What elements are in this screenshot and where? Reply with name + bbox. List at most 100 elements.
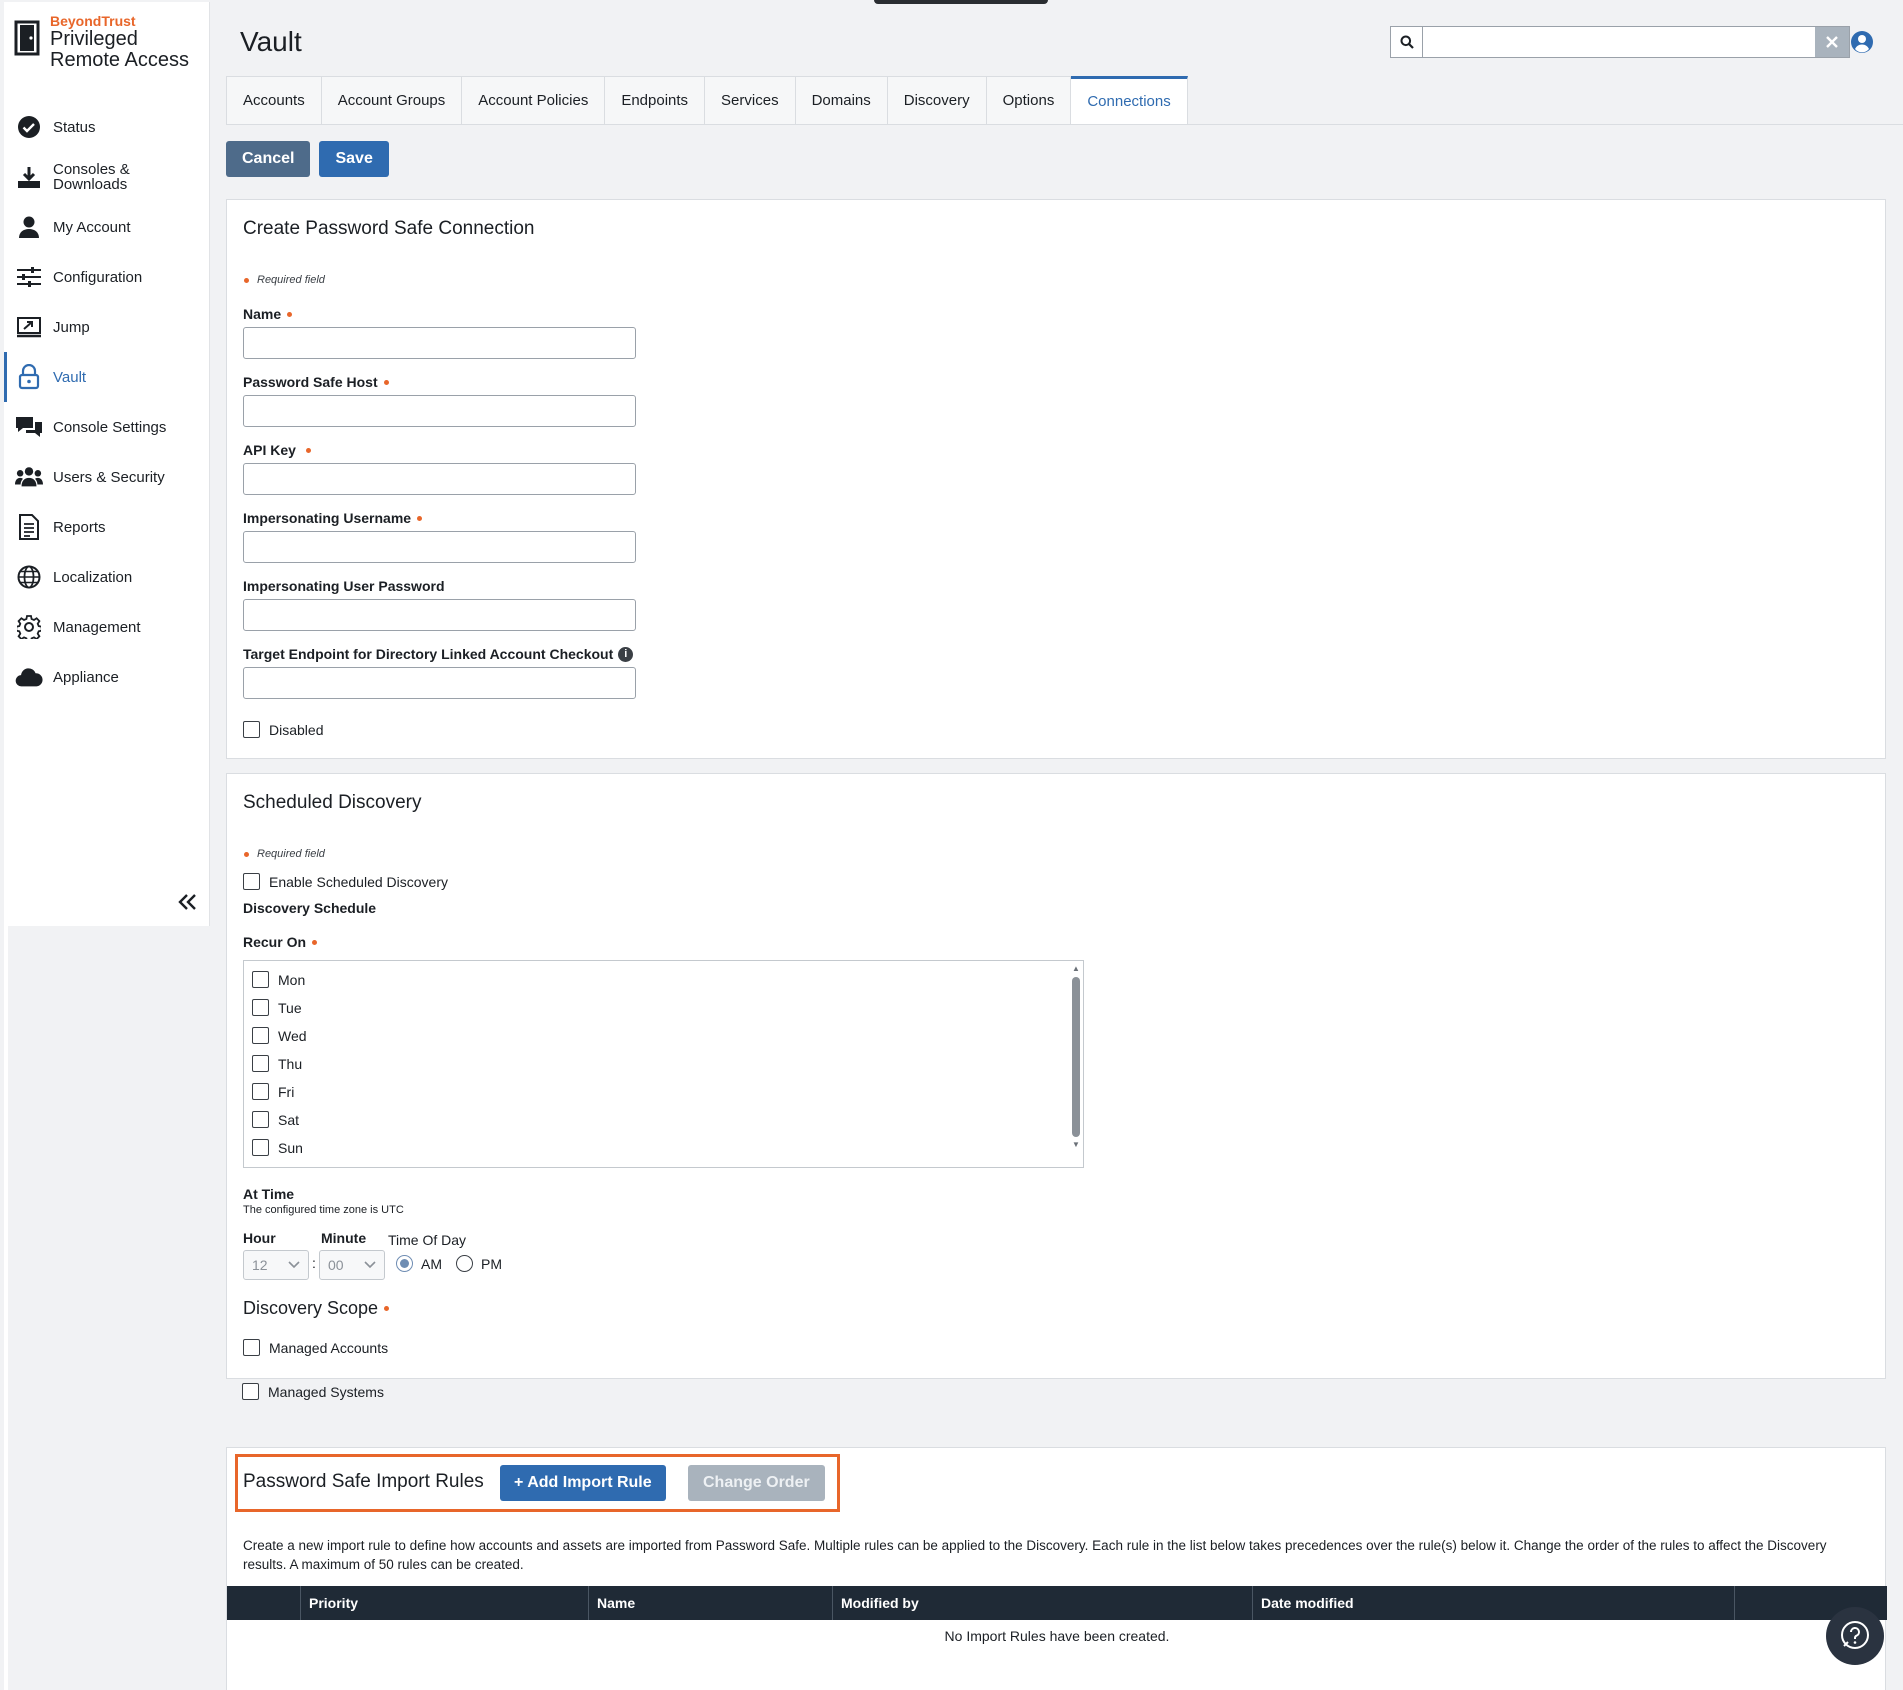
day-item[interactable]: Mon — [252, 971, 305, 988]
globe-icon — [15, 563, 43, 591]
cancel-button[interactable]: Cancel — [226, 141, 311, 177]
scheduled-discovery-panel: Scheduled Discovery Required field Enabl… — [226, 773, 1886, 1379]
import-rules-empty-message: No Import Rules have been created. — [944, 1628, 1170, 1644]
info-icon[interactable]: i — [618, 646, 634, 662]
day-checkbox-fri[interactable] — [252, 1083, 269, 1100]
save-button[interactable]: Save — [319, 141, 389, 177]
tab-domains[interactable]: Domains — [795, 76, 888, 124]
day-checkbox-tue[interactable] — [252, 999, 269, 1016]
day-checkbox-sat[interactable] — [252, 1111, 269, 1128]
tab-services[interactable]: Services — [705, 76, 796, 124]
sidebar-item-my-account[interactable]: My Account — [4, 202, 209, 252]
brand-logo-block[interactable]: BeyondTrust Privileged Remote Access — [4, 2, 209, 102]
import-rules-title: Password Safe Import Rules — [243, 1471, 484, 1492]
change-order-button[interactable]: Change Order — [688, 1465, 825, 1501]
clear-search-button[interactable] — [1815, 27, 1849, 57]
enable-discovery-checkbox[interactable] — [243, 873, 260, 890]
target-endpoint-input[interactable] — [243, 667, 636, 699]
brand-door-icon — [14, 20, 40, 56]
plus-icon: + — [514, 1474, 524, 1491]
sidebar-nav: Status Consoles & Downloads My Account C… — [4, 102, 209, 702]
sidebar-item-configuration[interactable]: Configuration — [4, 252, 209, 302]
tab-connections[interactable]: Connections — [1071, 76, 1188, 124]
api-key-label: API Key — [243, 442, 636, 458]
search-icon[interactable] — [1391, 27, 1423, 57]
main-content: Cancel Save Create Password Safe Connect… — [226, 124, 1903, 1690]
tab-account-groups[interactable]: Account Groups — [321, 76, 463, 124]
column-header-name[interactable]: Name — [589, 1586, 833, 1620]
name-input[interactable] — [243, 327, 636, 359]
search-bar — [1390, 26, 1850, 58]
tab-discovery[interactable]: Discovery — [887, 76, 987, 124]
disabled-checkbox-row[interactable]: Disabled — [243, 721, 323, 738]
discovery-scope-label: Discovery Scope — [243, 1298, 397, 1319]
disabled-checkbox[interactable] — [243, 721, 260, 738]
sidebar-item-reports[interactable]: Reports — [4, 502, 209, 552]
report-icon — [15, 513, 43, 541]
scroll-thumb[interactable] — [1072, 977, 1080, 1137]
day-checkbox-mon[interactable] — [252, 971, 269, 988]
column-header-priority[interactable]: Priority — [301, 1586, 589, 1620]
help-button[interactable] — [1826, 1607, 1884, 1665]
sidebar-item-appliance[interactable]: Appliance — [4, 652, 209, 702]
day-item[interactable]: Thu — [252, 1055, 302, 1072]
scroll-up-arrow-icon[interactable]: ▲ — [1072, 965, 1080, 973]
page-title: Vault — [240, 26, 302, 57]
sidebar-item-management[interactable]: Management — [4, 602, 209, 652]
imp-pass-input[interactable] — [243, 599, 636, 631]
host-input[interactable] — [243, 395, 636, 427]
column-header-date-modified[interactable]: Date modified — [1253, 1586, 1735, 1620]
tab-endpoints[interactable]: Endpoints — [605, 76, 706, 124]
users-icon — [15, 463, 43, 491]
tab-accounts[interactable]: Accounts — [227, 76, 322, 124]
day-checkbox-sun[interactable] — [252, 1139, 269, 1156]
scroll-down-arrow-icon[interactable]: ▼ — [1072, 1141, 1080, 1149]
lock-icon — [15, 363, 43, 391]
sidebar-item-consoles-downloads[interactable]: Consoles & Downloads — [4, 152, 209, 202]
day-item[interactable]: Sun — [252, 1139, 303, 1156]
day-item[interactable]: Sat — [252, 1111, 299, 1128]
day-checkbox-wed[interactable] — [252, 1027, 269, 1044]
day-item[interactable]: Wed — [252, 1027, 307, 1044]
pm-radio[interactable] — [456, 1255, 473, 1272]
column-header-modified-by[interactable]: Modified by — [833, 1586, 1253, 1620]
sidebar-item-localization[interactable]: Localization — [4, 552, 209, 602]
am-label: AM — [421, 1255, 442, 1272]
sidebar-item-vault[interactable]: Vault — [4, 352, 209, 402]
name-label-text: Name — [243, 306, 282, 322]
import-rules-description: Create a new import rule to define how a… — [243, 1538, 1827, 1572]
days-scrollbar[interactable]: ▲ ▼ — [1072, 965, 1080, 1163]
sidebar-item-jump[interactable]: Jump — [4, 302, 209, 352]
name-field-group: Name — [243, 306, 636, 359]
managed-accounts-checkbox[interactable] — [243, 1339, 260, 1356]
minute-select[interactable]: 00 — [319, 1250, 385, 1280]
scope-managed-systems-row[interactable]: Managed Systems — [242, 1383, 384, 1400]
api-key-input[interactable] — [243, 463, 636, 495]
add-import-rule-button[interactable]: + Add Import Rule — [500, 1465, 666, 1501]
managed-systems-checkbox[interactable] — [242, 1383, 259, 1400]
sidebar-item-console-settings[interactable]: Console Settings — [4, 402, 209, 452]
scope-managed-accounts-row[interactable]: Managed Accounts — [243, 1339, 388, 1356]
am-radio[interactable] — [396, 1255, 413, 1272]
sidebar-item-status[interactable]: Status — [4, 102, 209, 152]
enable-discovery-row[interactable]: Enable Scheduled Discovery — [243, 873, 448, 890]
chevron-down-icon — [364, 1261, 376, 1269]
collapse-sidebar-button[interactable] — [174, 888, 202, 916]
imp-user-input[interactable] — [243, 531, 636, 563]
search-input[interactable] — [1423, 27, 1815, 57]
day-item[interactable]: Tue — [252, 999, 302, 1016]
imp-pass-field-group: Impersonating User Password — [243, 578, 636, 631]
minute-value: 00 — [328, 1257, 344, 1273]
day-label: Wed — [278, 1027, 307, 1044]
day-checkbox-thu[interactable] — [252, 1055, 269, 1072]
day-item[interactable]: Fri — [252, 1083, 294, 1100]
tab-account-policies[interactable]: Account Policies — [462, 76, 606, 124]
timezone-note: The configured time zone is UTC — [243, 1204, 404, 1216]
imp-user-field-group: Impersonating Username — [243, 510, 636, 563]
tab-options[interactable]: Options — [986, 76, 1072, 124]
jump-icon — [15, 313, 43, 341]
user-profile-icon[interactable] — [1848, 28, 1876, 56]
sidebar-item-users-security[interactable]: Users & Security — [4, 452, 209, 502]
hour-select[interactable]: 12 — [243, 1250, 309, 1280]
double-chevron-left-icon — [178, 894, 196, 910]
